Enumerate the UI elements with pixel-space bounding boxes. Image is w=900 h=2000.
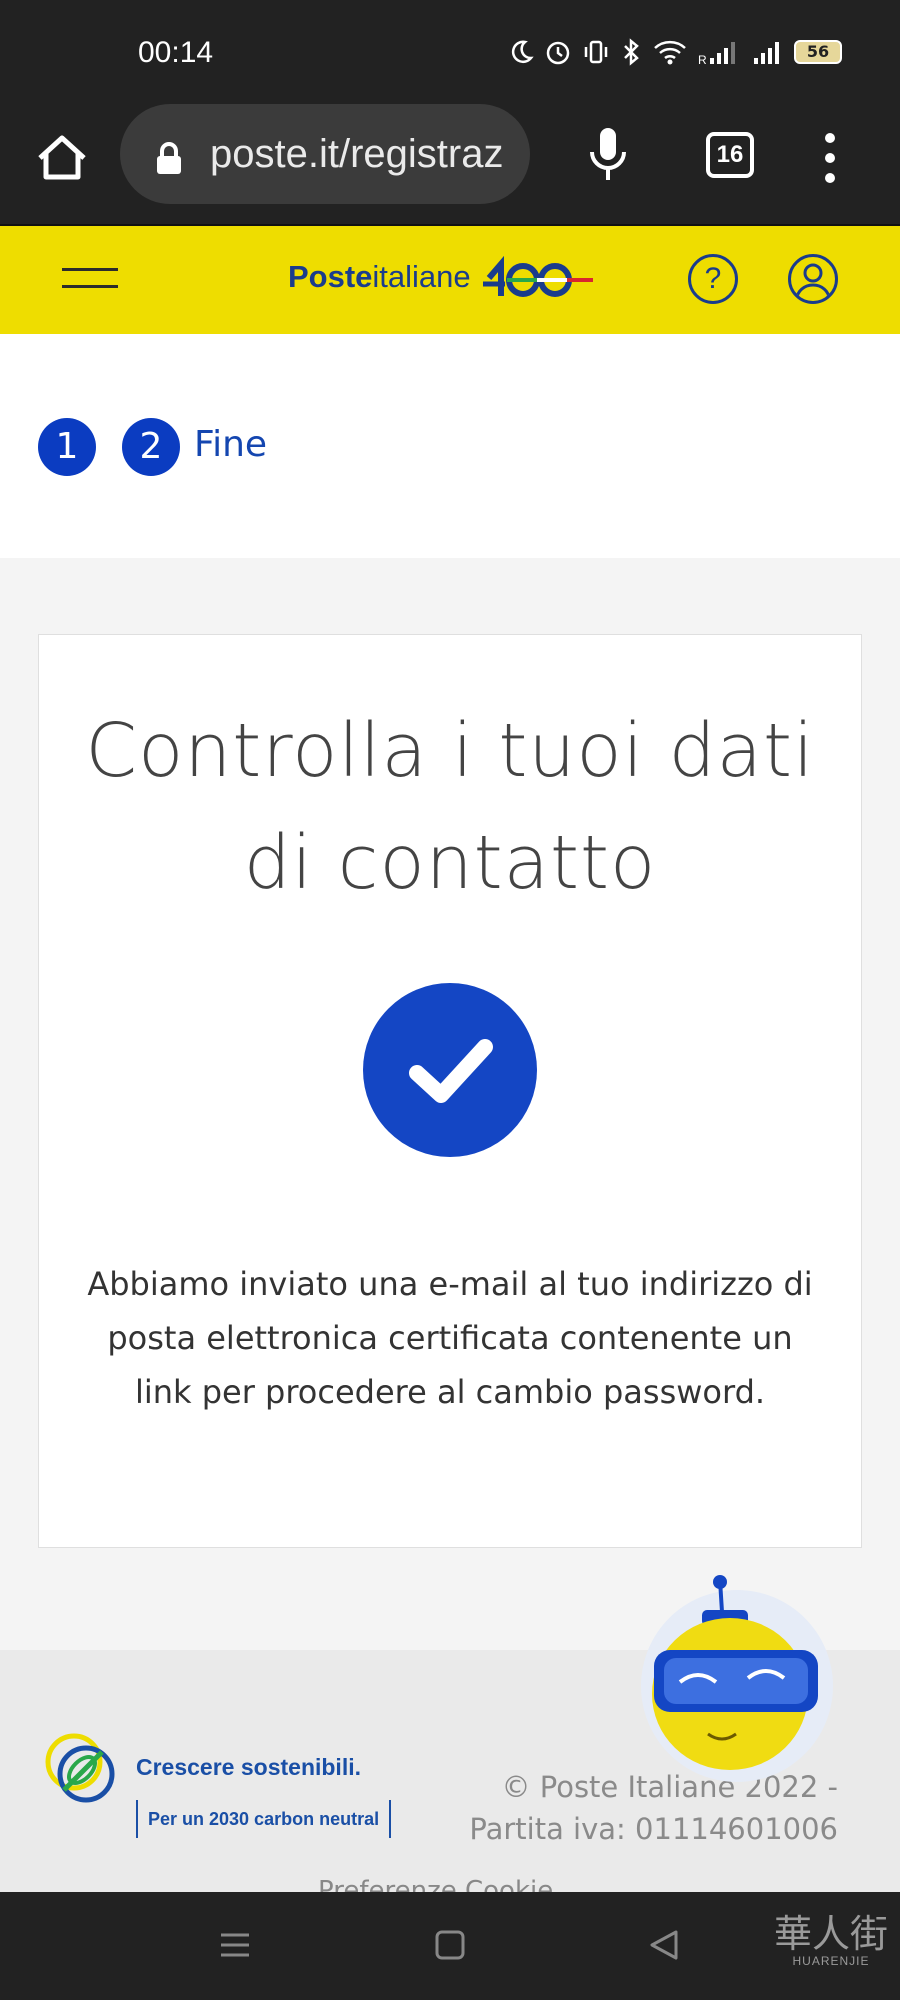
sustainability-subtitle: Per un 2030 carbon neutral <box>136 1800 392 1838</box>
step-2-label: Fine <box>194 424 268 465</box>
confirmation-card: Controlla i tuoi dati di contatto Abbiam… <box>38 634 862 1548</box>
microphone-icon[interactable] <box>588 126 628 184</box>
anniversary-160-logo <box>483 256 594 297</box>
vibrate-icon <box>584 40 608 64</box>
url-text: poste.it/registraz <box>210 132 504 176</box>
wifi-icon <box>654 40 686 65</box>
status-icons: R 56 <box>508 38 842 66</box>
watermark: 華人街 HUARENJIE <box>774 1914 888 1968</box>
help-question-icon[interactable]: ? <box>688 254 738 304</box>
chatbot-robot-icon[interactable] <box>632 1574 842 1794</box>
lock-icon <box>157 142 181 174</box>
success-check-icon <box>363 983 537 1157</box>
status-bar: 00:14 R 56 <box>0 0 900 96</box>
watermark-sub: HUARENJIE <box>792 1954 870 1968</box>
hamburger-menu-icon[interactable] <box>62 268 118 290</box>
recent-apps-icon[interactable] <box>218 1928 252 1962</box>
url-bar[interactable]: poste.it/registraz <box>120 104 530 204</box>
browser-toolbar: poste.it/registraz 16 <box>0 96 900 227</box>
step-2-indicator: 2 <box>122 418 180 476</box>
signal-r-icon: R <box>698 42 735 66</box>
copyright-line-2: Partita iva: 01114601006 <box>469 1812 838 1846</box>
bluetooth-icon <box>624 38 639 66</box>
moon-icon <box>511 40 534 64</box>
sustainability-leaf-icon <box>45 1733 115 1803</box>
svg-text:R: R <box>698 53 707 66</box>
system-navigation-bar: 華人街 HUARENJIE <box>0 1892 900 2000</box>
logo-bold-text: Poste <box>288 259 373 295</box>
logo-regular-text: italiane <box>372 259 471 295</box>
footer-cookie-link[interactable]: Preferenze Cookie <box>318 1876 553 1892</box>
home-icon[interactable] <box>34 130 90 186</box>
signal-icon <box>754 42 779 64</box>
sustainability-title: Crescere sostenibili. <box>136 1754 361 1780</box>
back-triangle-icon[interactable] <box>648 1928 680 1962</box>
step-1-indicator: 1 <box>38 418 96 476</box>
alarm-icon <box>546 41 570 65</box>
battery-icon: 56 <box>794 40 842 64</box>
site-header: Posteitaliane ? <box>0 226 900 334</box>
progress-stepper: 1 2 Fine <box>0 334 900 558</box>
tab-switcher-button[interactable]: 16 <box>706 132 754 178</box>
menu-kebab-icon[interactable] <box>820 130 840 186</box>
home-square-icon[interactable] <box>434 1928 466 1962</box>
confirmation-message: Abbiamo inviato una e-mail al tuo indiri… <box>87 1265 813 1411</box>
user-account-icon[interactable] <box>788 254 838 304</box>
status-time: 00:14 <box>138 36 214 69</box>
page-title: Controlla i tuoi dati di contatto <box>85 708 815 906</box>
watermark-main: 華人街 <box>773 1912 888 1956</box>
poste-italiane-logo[interactable]: Posteitaliane <box>288 256 595 302</box>
